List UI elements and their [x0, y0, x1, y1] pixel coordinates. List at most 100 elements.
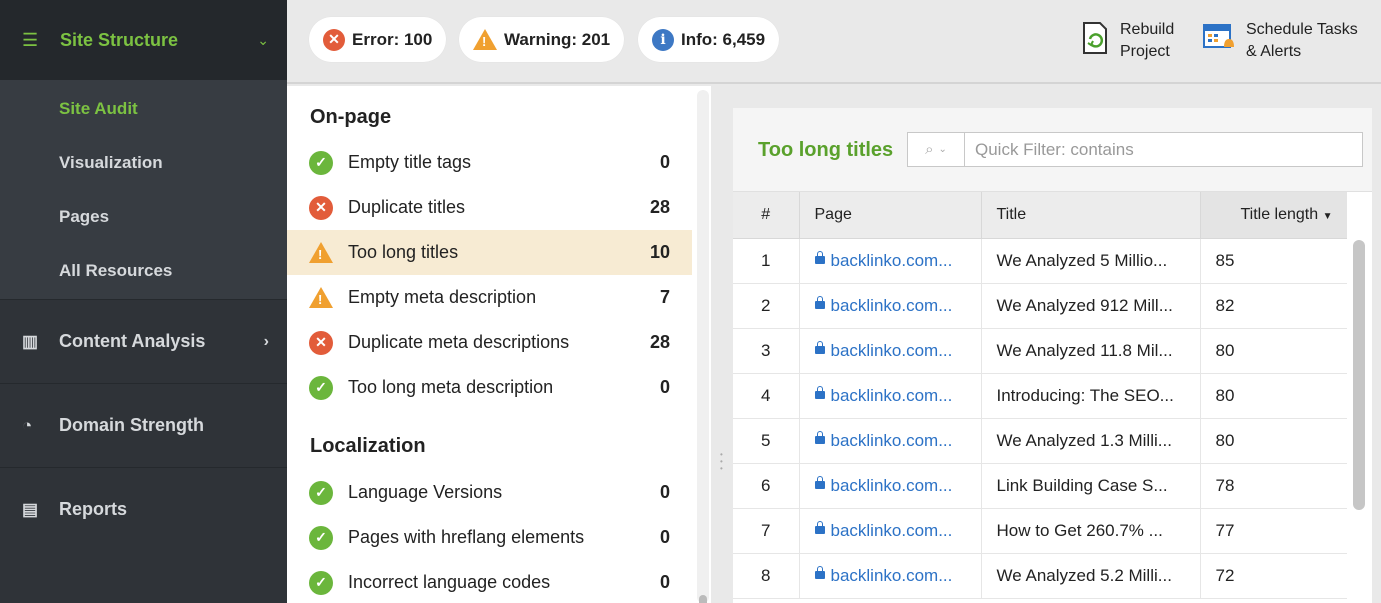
page-title-cell: How to Get 260.7% ... — [981, 508, 1201, 554]
chevron-right-icon: › — [263, 332, 269, 350]
filter-mode-dropdown[interactable]: ⌕ ⌄ — [908, 133, 965, 166]
issue-row[interactable]: ! Empty meta description 7 — [287, 275, 692, 320]
rebuild-project-button[interactable]: Rebuild Project — [1080, 19, 1174, 63]
page-link[interactable]: backlinko.com... — [799, 463, 982, 509]
table-row[interactable]: 6 backlinko.com... Link Building Case S...… — [733, 463, 1348, 509]
sidebar-item-site-audit[interactable]: Site Audit — [0, 82, 287, 136]
nav-content-analysis[interactable]: ▥ Content Analysis › — [0, 299, 287, 383]
issue-label: Too long meta description — [348, 377, 554, 397]
issue-label: Duplicate titles — [348, 197, 466, 217]
error-badge[interactable]: ✕ Error: 100 — [309, 17, 447, 62]
issue-row[interactable]: ! Too long titles 10 — [287, 230, 692, 275]
error-icon: ✕ — [323, 28, 345, 51]
issue-count: 0 — [659, 527, 670, 547]
row-number: 1 — [733, 238, 800, 284]
page-link[interactable]: backlinko.com... — [799, 508, 982, 554]
issue-count: 28 — [649, 332, 670, 352]
issue-count: 10 — [649, 242, 670, 262]
issue-label: Empty meta description — [348, 287, 537, 307]
nav-domain-strength-label: Domain Strength — [59, 415, 205, 435]
page-link[interactable]: backlinko.com... — [799, 328, 982, 374]
issue-count: 0 — [659, 152, 670, 172]
column-header-page[interactable]: Page — [799, 192, 982, 239]
nav-site-structure[interactable]: ☰ Site Structure ⌄ — [0, 0, 287, 80]
page-link[interactable]: backlinko.com... — [799, 373, 982, 419]
schedule-tasks-button[interactable]: Schedule Tasks & Alerts — [1202, 19, 1358, 63]
table-row[interactable]: 5 backlinko.com... We Analyzed 1.3 Milli..… — [733, 418, 1348, 464]
issues-list-panel: On-page ✓ Empty title tags 0 ✕ Duplicate tit… — [287, 86, 711, 603]
issue-label: Too long titles — [348, 242, 459, 262]
details-panel: Too long titles ⌕ ⌄ # Page Title Title l… — [733, 108, 1372, 603]
issue-row[interactable]: ✕ Duplicate titles 28 — [287, 185, 692, 230]
table-row[interactable]: 7 backlinko.com... How to Get 260.7% ... 77 — [733, 508, 1348, 554]
sidebar-item-visualization[interactable]: Visualization — [0, 136, 287, 190]
page-url: backlinko.com... — [830, 430, 953, 450]
page-title-cell: Link Building Case S... — [981, 463, 1201, 509]
table-row[interactable]: 8 backlinko.com... We Analyzed 5.2 Milli..… — [733, 553, 1348, 599]
issue-row[interactable]: ✓ Too long meta description 0 — [287, 365, 692, 410]
issues-list-scrollbar[interactable] — [697, 90, 709, 603]
column-header-title[interactable]: Title — [981, 192, 1201, 239]
issue-row[interactable]: ✓ Empty title tags 0 — [287, 140, 692, 185]
page-link[interactable]: backlinko.com... — [799, 283, 982, 329]
lock-icon — [814, 566, 825, 580]
row-number: 7 — [733, 508, 800, 554]
check-icon: ✓ — [309, 525, 333, 550]
table-row[interactable]: 2 backlinko.com... We Analyzed 912 Mill...… — [733, 283, 1348, 329]
issue-label: Incorrect language codes — [348, 572, 551, 592]
lock-icon — [814, 386, 825, 400]
issue-label: Language Versions — [348, 482, 503, 502]
page-link[interactable]: backlinko.com... — [799, 418, 982, 464]
nav-site-structure-label: Site Structure — [60, 29, 179, 50]
nav-reports[interactable]: ▤ Reports — [0, 467, 287, 551]
info-count: Info: 6,459 — [681, 29, 766, 49]
column-header-number[interactable]: # — [733, 192, 800, 239]
warning-icon: ! — [309, 242, 333, 263]
issue-row[interactable]: ✓ Language Versions 0 — [287, 470, 692, 515]
quick-filter: ⌕ ⌄ — [907, 132, 1363, 167]
localization-heading: Localization — [310, 435, 426, 457]
panel-splitter[interactable]: • • • — [711, 86, 733, 603]
search-icon: ⌕ — [925, 141, 934, 158]
table-row[interactable]: 4 backlinko.com... Introducing: The SEO...… — [733, 373, 1348, 419]
scrollbar-thumb[interactable] — [1353, 240, 1365, 510]
table-row[interactable]: 3 backlinko.com... We Analyzed 11.8 Mil...… — [733, 328, 1348, 374]
chevron-down-icon: ⌄ — [938, 144, 947, 155]
table-header-row: # Page Title Title length ▼ — [733, 192, 1348, 239]
page-link[interactable]: backlinko.com... — [799, 238, 982, 284]
info-icon: i — [652, 28, 674, 51]
issue-label: Pages with hreflang elements — [348, 527, 585, 547]
lock-icon — [814, 251, 825, 265]
lock-icon — [814, 521, 825, 535]
site-structure-subnav: Site Audit Visualization Pages All Resou… — [0, 80, 287, 299]
info-badge[interactable]: i Info: 6,459 — [638, 17, 780, 62]
schedule-label-line1: Schedule Tasks — [1246, 21, 1358, 38]
nav-domain-strength[interactable]: ◔ Domain Strength — [0, 383, 287, 467]
scrollbar-thumb[interactable] — [699, 595, 707, 603]
sidebar-item-pages[interactable]: Pages — [0, 190, 287, 244]
warning-icon: ! — [473, 29, 497, 50]
table-row[interactable]: 1 backlinko.com... We Analyzed 5 Millio...… — [733, 238, 1348, 284]
sidebar: ☰ Site Structure ⌄ Site Audit Visualizat… — [0, 0, 287, 603]
row-number: 3 — [733, 328, 800, 374]
rebuild-icon — [1083, 22, 1107, 54]
issue-row[interactable]: ✓ Pages with hreflang elements 0 — [287, 515, 692, 560]
onpage-heading: On-page — [310, 106, 392, 128]
column-header-title-length[interactable]: Title length ▼ — [1200, 192, 1348, 239]
page-link[interactable]: backlinko.com... — [799, 553, 982, 599]
issue-count: 0 — [659, 377, 670, 397]
calendar-alert-icon — [1203, 24, 1234, 48]
issue-row[interactable]: ✓ Incorrect language codes 0 — [287, 560, 692, 603]
results-scrollbar[interactable] — [1347, 192, 1372, 603]
column-header-title-length-label: Title length — [1240, 205, 1319, 223]
sidebar-item-all-resources[interactable]: All Resources — [0, 244, 287, 298]
page-url: backlinko.com... — [830, 565, 953, 585]
title-length-cell: 85 — [1200, 238, 1348, 284]
title-length-cell: 80 — [1200, 328, 1348, 374]
warning-badge[interactable]: ! Warning: 201 — [459, 17, 625, 62]
top-bar: ✕ Error: 100 ! Warning: 201 i Info: 6,45… — [287, 0, 1381, 84]
issue-row[interactable]: ✕ Duplicate meta descriptions 28 — [287, 320, 692, 365]
chevron-down-icon: ⌄ — [257, 31, 269, 48]
quick-filter-input[interactable] — [965, 134, 1362, 165]
page-title-cell: Introducing: The SEO... — [981, 373, 1201, 419]
